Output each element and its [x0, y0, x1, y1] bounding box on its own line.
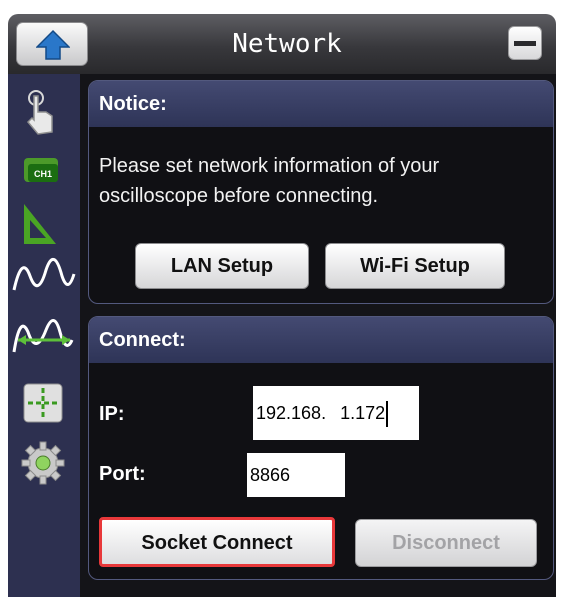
lan-setup-button[interactable]: LAN Setup: [135, 243, 309, 289]
notice-heading: Notice:: [89, 81, 553, 127]
notice-message: Please set network information of your o…: [99, 155, 440, 207]
ip-address-field[interactable]: 192.168. 1.172: [253, 386, 419, 440]
channel-icon-label: CH1: [34, 169, 52, 179]
channel-tool-button[interactable]: CH1: [18, 144, 70, 194]
cursor-tool-button[interactable]: [18, 378, 70, 428]
ruler-tool-button[interactable]: [18, 200, 70, 250]
socket-connect-button[interactable]: Socket Connect: [99, 517, 335, 567]
wifi-setup-button[interactable]: Wi-Fi Setup: [325, 243, 505, 289]
left-toolbar: CH1: [8, 74, 80, 597]
connect-heading: Connect:: [89, 317, 553, 363]
window-title: Network: [232, 29, 342, 59]
ip-octets-right: 1.172: [340, 403, 386, 423]
port-field[interactable]: 8866: [247, 453, 345, 497]
touch-pointer-icon: [26, 90, 53, 135]
ruler-triangle-icon: [24, 204, 56, 244]
title-bar: Network: [8, 14, 556, 74]
ip-octets-left: 192.168.: [256, 403, 327, 423]
cursor-crosshair-icon: [23, 383, 63, 423]
network-window: Network CH1 Notice: Please set network i…: [0, 0, 561, 597]
waveform-icon: [12, 258, 76, 291]
port-label: Port:: [99, 463, 146, 485]
minimize-button[interactable]: [508, 26, 542, 60]
disconnect-button[interactable]: Disconnect: [355, 519, 537, 567]
ip-label: IP:: [99, 403, 125, 425]
channel-icon: CH1: [24, 158, 58, 182]
up-button[interactable]: [16, 22, 88, 66]
settings-tool-button[interactable]: [18, 438, 70, 488]
waveform-tool-button[interactable]: [12, 250, 76, 300]
waveform-measure-icon: [12, 319, 74, 353]
measure-tool-button[interactable]: [12, 310, 74, 360]
touch-tool-button[interactable]: [18, 88, 70, 138]
text-caret: [386, 401, 389, 428]
gear-icon: [21, 441, 65, 485]
up-arrow-icon: [36, 29, 70, 60]
notice-panel: Notice: Please set network information o…: [88, 80, 554, 304]
connect-panel: Connect: IP: 192.168. 1.172 Port: 8866 So…: [88, 316, 554, 580]
